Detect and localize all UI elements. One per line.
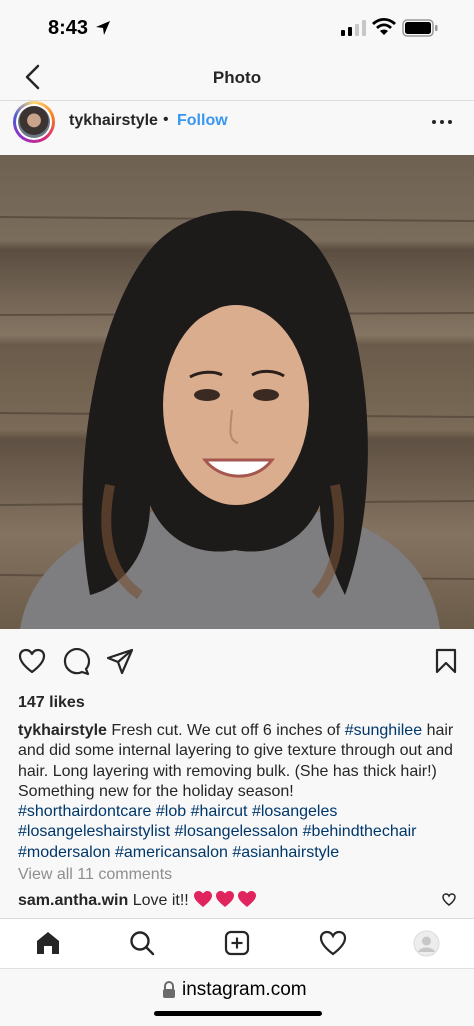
comment-row: sam.antha.win Love it!! bbox=[18, 890, 259, 910]
caption-username[interactable]: tykhairstyle bbox=[18, 722, 107, 739]
nav-header: Photo bbox=[0, 56, 474, 101]
caption-text: Fresh cut. We cut off 6 inches of bbox=[111, 722, 341, 739]
activity-heart-icon[interactable] bbox=[319, 930, 347, 956]
profile-avatar-icon[interactable] bbox=[413, 930, 440, 957]
portrait-illustration bbox=[0, 210, 474, 629]
hashtag-link[interactable]: #lob bbox=[156, 803, 186, 820]
url-text[interactable]: instagram.com bbox=[182, 979, 307, 1001]
view-all-comments-link[interactable]: View all 11 comments bbox=[18, 866, 172, 884]
page-title: Photo bbox=[212, 68, 262, 87]
lock-icon bbox=[163, 981, 175, 998]
browser-url-bar: instagram.com bbox=[0, 968, 474, 1026]
follow-button[interactable]: Follow bbox=[177, 112, 228, 130]
comment-text: Love it!! bbox=[132, 892, 189, 909]
post-caption: tykhairstyle Fresh cut. We cut off 6 inc… bbox=[18, 721, 462, 863]
location-arrow-icon bbox=[96, 21, 110, 35]
hashtag-link[interactable]: #losangeles bbox=[252, 803, 337, 820]
battery-icon bbox=[402, 19, 438, 37]
hashtag-link[interactable]: #losangeleshairstylist bbox=[18, 823, 170, 840]
post-photo[interactable] bbox=[0, 155, 474, 629]
home-icon[interactable] bbox=[35, 930, 61, 956]
avatar-image bbox=[18, 106, 50, 138]
wifi-icon bbox=[372, 18, 396, 35]
user-avatar[interactable] bbox=[13, 101, 55, 143]
hashtag-link[interactable]: #behindthechair bbox=[303, 823, 417, 840]
comment-username[interactable]: sam.antha.win bbox=[18, 892, 128, 909]
hashtag-link[interactable]: #americansalon bbox=[115, 844, 228, 861]
separator-dot: • bbox=[163, 111, 169, 128]
bottom-tab-bar bbox=[0, 918, 474, 969]
post-username[interactable]: tykhairstyle bbox=[69, 112, 158, 130]
hashtag-link[interactable]: #asianhairstyle bbox=[232, 844, 339, 861]
hashtag-link[interactable]: #losangelessalon bbox=[175, 823, 299, 840]
status-time: 8:43 bbox=[48, 17, 89, 39]
comment-icon[interactable] bbox=[62, 648, 90, 676]
hashtag-link[interactable]: #shorthairdontcare bbox=[18, 803, 151, 820]
cellular-signal-icon bbox=[341, 20, 366, 36]
comment-like-icon[interactable] bbox=[442, 893, 456, 906]
home-indicator bbox=[154, 1011, 322, 1016]
status-bar: 8:43 bbox=[0, 0, 474, 56]
bookmark-icon[interactable] bbox=[434, 648, 458, 674]
more-options-icon[interactable] bbox=[430, 113, 454, 131]
new-post-icon[interactable] bbox=[224, 930, 250, 956]
hashtag-link[interactable]: #sunghilee bbox=[345, 722, 422, 739]
search-icon[interactable] bbox=[129, 930, 155, 956]
red-heart-emoji-icon bbox=[194, 891, 257, 907]
likes-count[interactable]: 147 likes bbox=[18, 694, 85, 712]
hashtag-link[interactable]: #modersalon bbox=[18, 844, 111, 861]
post-header: tykhairstyle • Follow bbox=[0, 101, 474, 155]
hashtag-link[interactable]: #haircut bbox=[191, 803, 248, 820]
post-actions bbox=[0, 640, 474, 684]
share-icon[interactable] bbox=[106, 648, 134, 676]
like-icon[interactable] bbox=[18, 648, 46, 674]
